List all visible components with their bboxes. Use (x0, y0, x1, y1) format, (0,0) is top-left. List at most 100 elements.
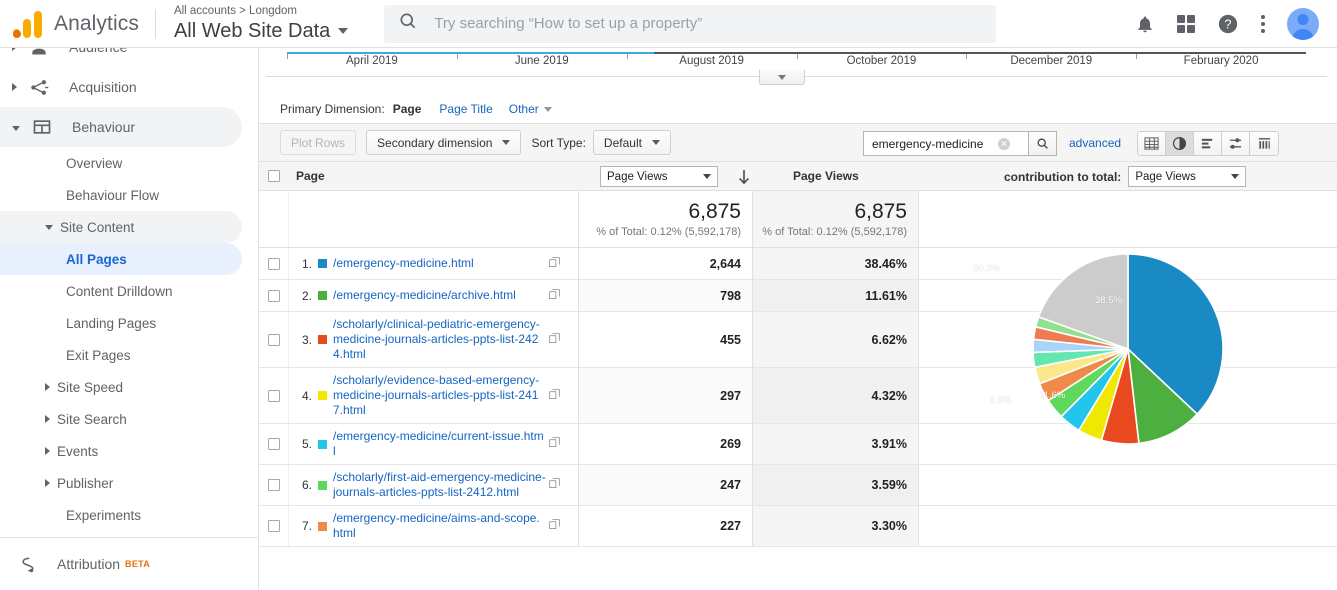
avatar[interactable] (1287, 7, 1319, 40)
row-page-link[interactable]: /emergency-medicine.html (333, 256, 546, 271)
svg-text:?: ? (1224, 16, 1231, 31)
sidebar-item-audience-label: Audience (69, 48, 127, 55)
row-checkbox[interactable] (267, 257, 280, 270)
row-checkbox[interactable] (267, 333, 280, 346)
row-checkbox[interactable] (267, 479, 280, 491)
main-content: April 2019 June 2019 August 2019 October 20… (259, 48, 1337, 590)
row-page-link[interactable]: /emergency-medicine/aims-and-scope.html (333, 511, 546, 541)
row-page-link[interactable]: /emergency-medicine/archive.html (333, 288, 546, 303)
open-external-icon[interactable] (549, 435, 560, 453)
search-input[interactable] (432, 14, 983, 33)
row-percent-cell: 38.46% (753, 248, 919, 279)
row-page-link[interactable]: /emergency-medicine/current-issue.html (333, 429, 546, 459)
sidebar-item-audience-row[interactable]: Audience (0, 48, 258, 67)
advanced-link[interactable]: advanced (1069, 136, 1121, 150)
sidebar: Audience Acquisition Behaviour Overview … (0, 48, 259, 590)
table-filter-search-button[interactable] (1029, 131, 1057, 156)
row-checkbox[interactable] (267, 289, 280, 302)
row-checkbox-cell[interactable] (259, 368, 289, 423)
row-checkbox[interactable] (267, 520, 280, 532)
bar-view-icon[interactable] (1194, 132, 1222, 155)
contribution-select-value: Page Views (1135, 170, 1196, 183)
sidebar-item-audience[interactable]: Audience (0, 48, 258, 67)
totals-page-cell (289, 191, 579, 247)
chevron-down-icon (703, 174, 711, 179)
sort-type-button[interactable]: Default (592, 130, 671, 155)
pivot-view-icon[interactable] (1250, 132, 1278, 155)
row-checkbox[interactable] (267, 389, 280, 402)
open-external-icon[interactable] (549, 517, 560, 535)
row-page-link[interactable]: /scholarly/clinical-pediatric-emergency-… (333, 317, 546, 362)
sidebar-item-site-search[interactable]: Site Search (0, 403, 258, 435)
sidebar-item-overview[interactable]: Overview (0, 147, 258, 179)
comparison-view-icon[interactable] (1222, 132, 1250, 155)
sidebar-item-site-content[interactable]: Site Content (0, 211, 242, 243)
bell-icon[interactable] (1135, 14, 1155, 34)
sidebar-item-site-speed[interactable]: Site Speed (0, 371, 258, 403)
sidebar-item-events[interactable]: Events (0, 435, 258, 467)
open-external-icon[interactable] (549, 476, 560, 494)
row-page-link[interactable]: /scholarly/first-aid-emergency-medicine-… (333, 470, 546, 500)
table-view-icon[interactable] (1138, 132, 1166, 155)
row-checkbox-cell[interactable] (259, 465, 289, 505)
open-external-icon[interactable] (549, 287, 560, 305)
sidebar-item-content-drilldown[interactable]: Content Drilldown (0, 275, 258, 307)
row-checkbox-cell[interactable] (259, 248, 289, 279)
plot-rows-button[interactable]: Plot Rows (280, 130, 357, 155)
sidebar-item-behaviour-flow[interactable]: Behaviour Flow (0, 179, 258, 211)
primary-dimension-page[interactable]: Page (393, 102, 422, 116)
row-checkbox-cell[interactable] (259, 506, 289, 546)
sidebar-item-all-pages[interactable]: All Pages (0, 243, 242, 275)
row-rank: 6. (301, 478, 312, 492)
sidebar-item-experiments[interactable]: Experiments (0, 499, 258, 531)
chevron-down-icon (45, 224, 53, 230)
open-external-icon[interactable] (549, 255, 560, 273)
table-filter-box[interactable]: ✕ (863, 131, 1029, 156)
metric-select[interactable]: Page Views (600, 166, 718, 187)
pie-view-icon[interactable] (1166, 132, 1194, 155)
row-checkbox-cell[interactable] (259, 280, 289, 311)
account-selector[interactable]: All accounts > Longdom All Web Site Data (156, 5, 349, 42)
chevron-down-icon (338, 27, 349, 34)
row-color-swatch (318, 259, 327, 268)
open-external-icon[interactable] (549, 331, 560, 349)
row-page-cell: 5. /emergency-medicine/current-issue.html (289, 424, 579, 464)
select-all-checkbox[interactable] (268, 170, 280, 182)
table-filter-input[interactable] (870, 135, 998, 152)
row-color-swatch (318, 439, 327, 449)
sidebar-item-attribution[interactable]: Attribution BETA (0, 544, 258, 584)
collapse-chart-button[interactable] (759, 70, 805, 85)
sidebar-item-experiments-label: Experiments (66, 507, 142, 523)
primary-dimension-other[interactable]: Other (509, 102, 552, 116)
kebab-menu-icon[interactable] (1261, 14, 1265, 33)
secondary-dimension-button[interactable]: Secondary dimension (366, 130, 522, 155)
chevron-down-icon (778, 74, 786, 80)
clear-icon[interactable]: ✕ (998, 137, 1010, 150)
table-toolbar: Plot Rows Secondary dimension Sort Type:… (259, 123, 1337, 162)
row-pageviews-cell: 798 (579, 280, 753, 311)
primary-dimension-page-title[interactable]: Page Title (439, 102, 492, 116)
open-external-icon[interactable] (549, 387, 560, 405)
sidebar-item-publisher[interactable]: Publisher (0, 467, 258, 499)
sidebar-item-acquisition[interactable]: Acquisition (0, 67, 258, 107)
chevron-down-icon (543, 106, 552, 112)
apps-grid-icon[interactable] (1177, 14, 1195, 33)
behaviour-icon (30, 117, 54, 137)
sidebar-item-landing-pages[interactable]: Landing Pages (0, 307, 258, 339)
property-name[interactable]: All Web Site Data (174, 20, 349, 42)
sort-descending-icon[interactable] (737, 169, 751, 189)
date-axis-label: June 2019 (514, 55, 569, 67)
row-page-link[interactable]: /scholarly/evidence-based-emergency-medi… (333, 373, 546, 418)
date-axis-label: February 2020 (1183, 55, 1259, 67)
global-search[interactable] (384, 4, 997, 43)
row-checkbox-cell[interactable] (259, 312, 289, 367)
sidebar-item-behaviour[interactable]: Behaviour (0, 107, 242, 147)
contribution-select[interactable]: Page Views (1128, 166, 1247, 187)
row-percent-cell: 6.62% (753, 312, 919, 367)
help-icon[interactable]: ? (1217, 13, 1239, 35)
row-checkbox[interactable] (267, 438, 280, 450)
select-all-cell[interactable] (259, 170, 289, 182)
sidebar-item-exit-pages[interactable]: Exit Pages (0, 339, 258, 371)
sidebar-item-overview-label: Overview (66, 155, 123, 171)
row-checkbox-cell[interactable] (259, 424, 289, 464)
